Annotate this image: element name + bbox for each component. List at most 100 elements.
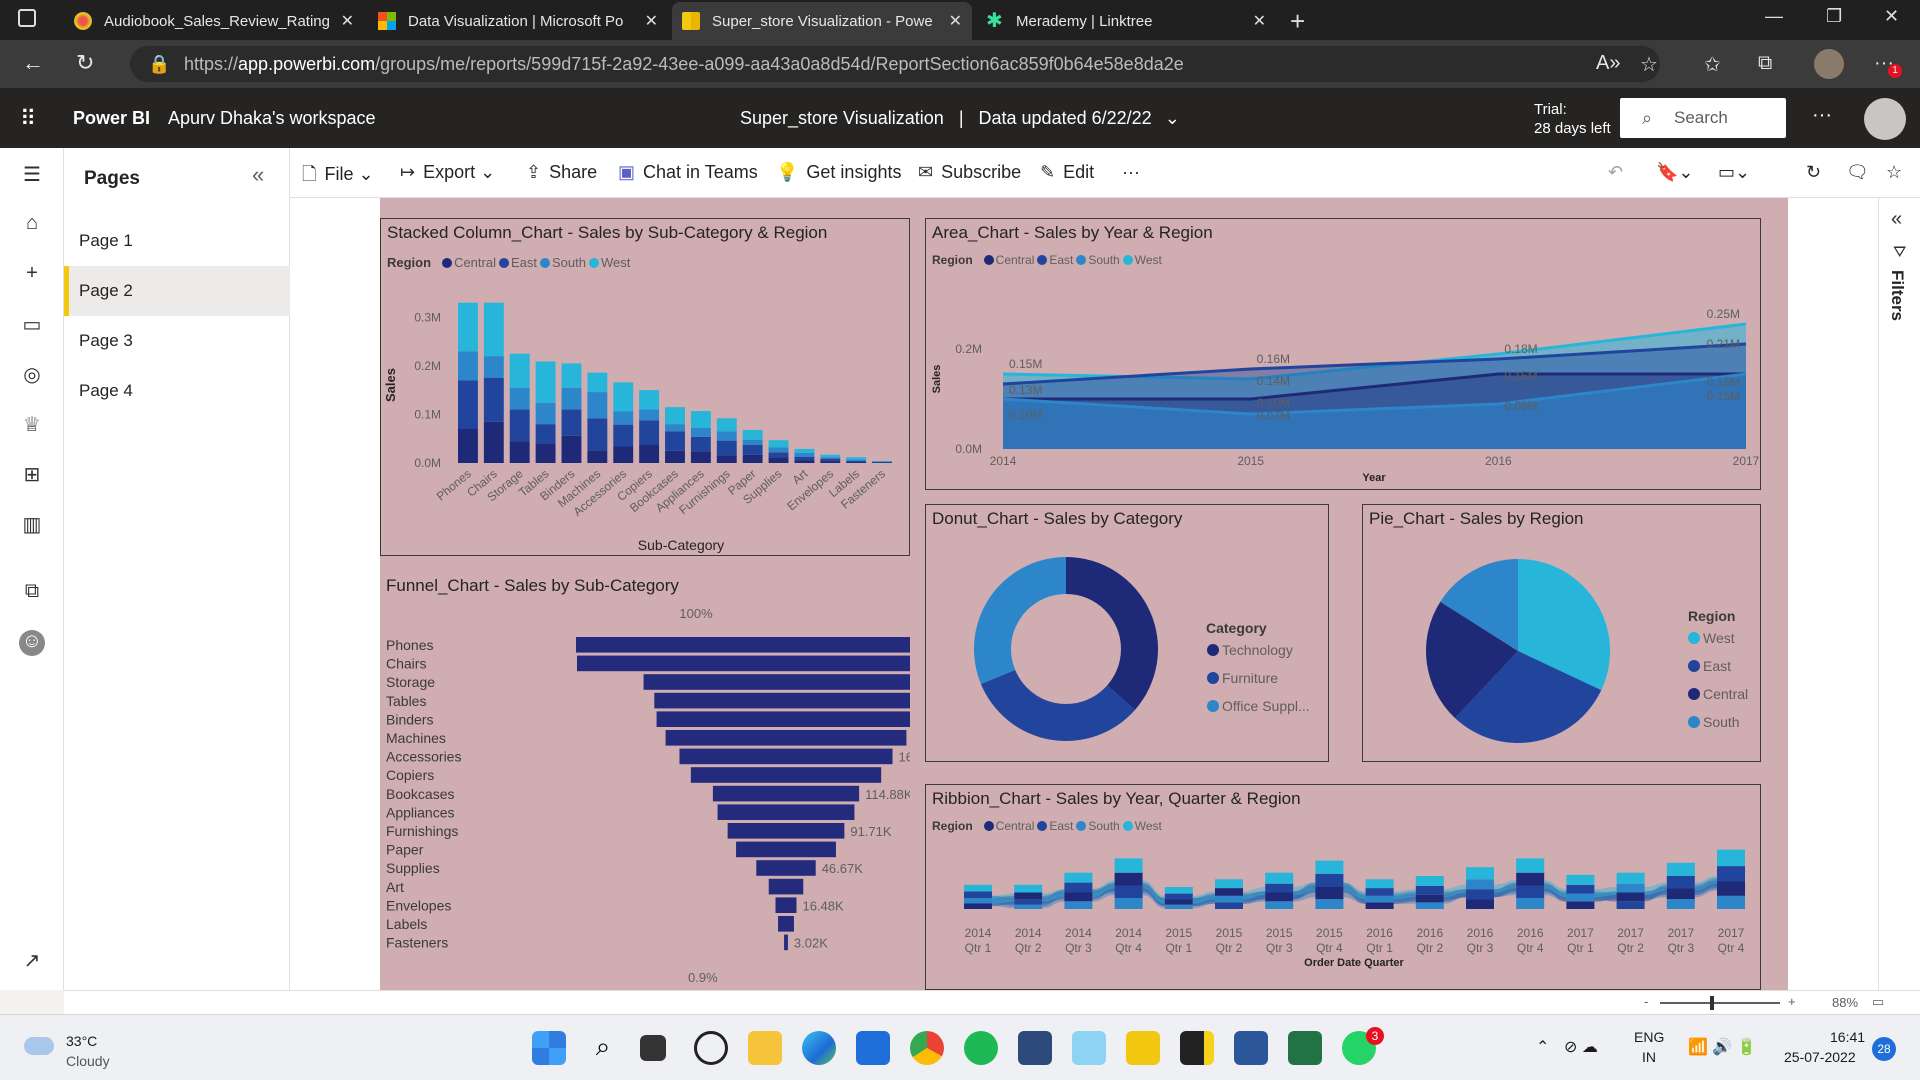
apps-icon[interactable]: ⊞ <box>19 462 45 488</box>
hamburger-icon[interactable]: ☰ <box>19 162 45 188</box>
chat-in-teams-button[interactable]: ▣ Chat in Teams <box>618 162 758 183</box>
pie-visual[interactable]: Pie_Chart - Sales by Region Region West Ea… <box>1362 504 1761 762</box>
add-favorite-icon[interactable]: ☆ <box>1640 52 1658 77</box>
spotify-icon[interactable] <box>964 1031 998 1065</box>
network-volume-battery-icons[interactable]: 📶 🔊 🔋 <box>1688 1037 1757 1057</box>
workspaces-icon[interactable]: ⧉ <box>19 580 45 606</box>
file-explorer-icon[interactable] <box>748 1031 782 1065</box>
chrome-icon[interactable] <box>910 1031 944 1065</box>
funnel-visual[interactable]: Funnel_Chart - Sales by Sub-Category 100… <box>380 572 910 992</box>
browser-tab[interactable]: Audiobook_Sales_Review_Rating ✕ <box>64 2 364 40</box>
browser-tab-active[interactable]: Super_store Visualization - Powe ✕ <box>672 2 972 40</box>
browser-tab[interactable]: Data Visualization | Microsoft Po ✕ <box>368 2 668 40</box>
start-icon[interactable] <box>532 1031 566 1065</box>
teams-app-icon[interactable] <box>1018 1031 1052 1065</box>
page-item[interactable]: Page 3 <box>64 316 290 366</box>
snipping-tool-icon[interactable] <box>1072 1031 1106 1065</box>
comment-icon[interactable]: 🗨 <box>1846 162 1869 183</box>
favorites-icon[interactable]: ✩ <box>1704 52 1721 77</box>
search-input[interactable]: ⌕ Search <box>1620 98 1786 138</box>
zoom-slider[interactable] <box>1660 1002 1780 1004</box>
data-hub-icon[interactable]: ◎ <box>19 362 45 388</box>
close-icon[interactable]: ✕ <box>341 11 354 31</box>
bar-segment <box>561 387 582 410</box>
ribbon-column <box>1566 874 1595 885</box>
funnel-category-label: Envelopes <box>386 897 451 913</box>
tray-icons[interactable]: ⊘ ☁ <box>1564 1037 1598 1057</box>
expand-icon[interactable]: ↗ <box>19 948 45 974</box>
report-title-group[interactable]: Super_store Visualization | Data updated… <box>740 108 1180 129</box>
close-icon[interactable]: ✕ <box>1253 11 1266 31</box>
collections-icon[interactable]: ⧉ <box>1758 52 1772 75</box>
more-options-icon[interactable]: ··· <box>1122 162 1140 183</box>
refresh-icon[interactable]: ↻ <box>76 50 94 76</box>
more-options-icon[interactable]: ··· <box>1812 104 1832 127</box>
restore-icon[interactable]: ❐ <box>1826 6 1842 27</box>
app-launcher-icon[interactable]: ⠿ <box>20 106 36 132</box>
reset-icon[interactable]: ↶ <box>1608 162 1623 183</box>
excel-icon[interactable] <box>1288 1031 1322 1065</box>
page-item[interactable]: Page 4 <box>64 366 290 416</box>
clock-time[interactable]: 16:41 <box>1830 1029 1865 1045</box>
weather-icon[interactable] <box>24 1037 54 1055</box>
edit-button[interactable]: ✎ Edit <box>1040 162 1094 183</box>
view-icon[interactable]: ▭⌄ <box>1718 162 1750 183</box>
word-icon[interactable] <box>1234 1031 1268 1065</box>
user-avatar[interactable] <box>1864 98 1906 140</box>
share-button[interactable]: ⇪ Share <box>526 162 597 183</box>
task-view-icon[interactable] <box>640 1035 666 1061</box>
export-menu[interactable]: ↦ Export ⌄ <box>400 162 495 183</box>
expand-filters-icon[interactable]: « <box>1891 208 1902 231</box>
goals-icon[interactable]: ♕ <box>19 412 45 438</box>
y-tick-label: 0.0M <box>955 442 982 456</box>
ribbon-visual[interactable]: Ribbion_Chart - Sales by Year, Quarter &… <box>925 784 1761 990</box>
edge-icon[interactable] <box>802 1031 836 1065</box>
page-item[interactable]: Page 1 <box>64 216 290 266</box>
tab-actions-icon[interactable] <box>18 9 36 27</box>
donut-visual[interactable]: Donut_Chart - Sales by Category Category… <box>925 504 1329 762</box>
learn-icon[interactable]: ▥ <box>19 512 45 538</box>
collapse-icon[interactable]: « <box>252 162 264 188</box>
minimize-icon[interactable]: — <box>1765 6 1783 27</box>
favorite-icon[interactable]: ☆ <box>1886 162 1902 183</box>
clock-date[interactable]: 25-07-2022 <box>1784 1049 1856 1065</box>
close-window-icon[interactable]: ✕ <box>1884 6 1899 27</box>
zoom-out-button[interactable]: - <box>1644 994 1648 1009</box>
powerbi-desktop-icon[interactable] <box>1126 1031 1160 1065</box>
file-menu[interactable]: 🗋 File ⌄ <box>302 162 374 192</box>
bookmark-icon[interactable]: 🔖⌄ <box>1656 162 1694 183</box>
brand-name[interactable]: Power BI <box>73 108 150 129</box>
workspace-name[interactable]: Apurv Dhaka's workspace <box>168 108 376 129</box>
browser-tab[interactable]: ✱ Merademy | Linktree ✕ <box>976 2 1276 40</box>
my-workspace-icon[interactable]: ☺ <box>19 630 45 656</box>
language-region[interactable]: IN <box>1642 1049 1656 1065</box>
close-icon[interactable]: ✕ <box>949 11 962 31</box>
create-icon[interactable]: + <box>19 262 45 288</box>
area-visual[interactable]: Area_Chart - Sales by Year & Region Regi… <box>925 218 1761 490</box>
get-insights-button[interactable]: 💡 Get insights <box>776 162 901 183</box>
sticky-notes-icon[interactable] <box>1180 1031 1214 1065</box>
back-icon[interactable]: ← <box>22 50 44 76</box>
new-tab-icon[interactable]: + <box>1290 6 1305 40</box>
subscribe-button[interactable]: ✉ Subscribe <box>918 162 1021 183</box>
funnel-category-label: Machines <box>386 730 446 746</box>
search-icon[interactable]: ⌕ <box>586 1031 620 1065</box>
store-icon[interactable] <box>856 1031 890 1065</box>
refresh-visuals-icon[interactable]: ↻ <box>1806 162 1821 183</box>
dell-icon[interactable] <box>694 1031 728 1065</box>
url-field[interactable]: 🔒 https://app.powerbi.com/groups/me/repo… <box>130 46 1660 82</box>
notification-count[interactable]: 28 <box>1872 1037 1896 1061</box>
close-icon[interactable]: ✕ <box>645 11 658 31</box>
profile-avatar[interactable] <box>1814 49 1844 79</box>
show-hidden-icons[interactable]: ⌃ <box>1536 1037 1549 1057</box>
page-item-active[interactable]: Page 2 <box>64 266 290 316</box>
home-icon[interactable]: ⌂ <box>19 212 45 238</box>
zoom-slider-thumb[interactable] <box>1710 996 1714 1010</box>
filters-pane[interactable]: « ⛛ Filters <box>1878 198 1920 990</box>
language-code[interactable]: ENG <box>1634 1029 1664 1045</box>
stacked-column-visual[interactable]: Stacked Column_Chart - Sales by Sub-Cate… <box>380 218 910 556</box>
fit-to-page-icon[interactable]: ▭ <box>1872 994 1884 1010</box>
read-aloud-icon[interactable]: A» <box>1596 52 1620 75</box>
browse-icon[interactable]: ▭ <box>19 312 45 338</box>
zoom-in-button[interactable]: + <box>1788 994 1796 1009</box>
